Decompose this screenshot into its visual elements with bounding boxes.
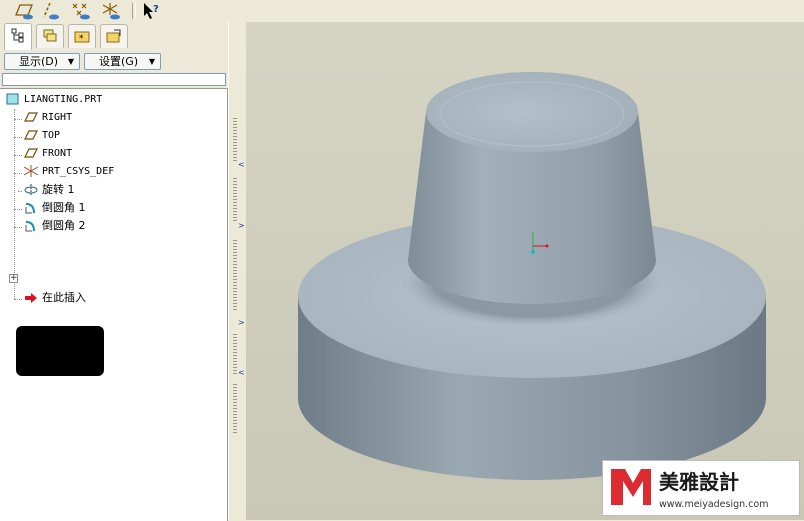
- tree-connector: [14, 209, 22, 210]
- revolve-icon: [24, 184, 38, 196]
- datum-axis-display-icon[interactable]: [40, 1, 62, 21]
- tree-item-top[interactable]: TOP: [24, 128, 60, 144]
- tree-item-front[interactable]: FRONT: [24, 146, 72, 162]
- navigator-tabs: *: [0, 22, 232, 50]
- splitter-grip: [233, 384, 237, 434]
- tree-connector: [18, 191, 22, 192]
- context-help-icon[interactable]: ?: [140, 1, 162, 21]
- layers-tab[interactable]: [36, 24, 64, 48]
- model-tree: LIANGTING.PRT RIGHT TOP FRONT PRT_CSYS_D…: [0, 88, 228, 521]
- tree-item-right[interactable]: RIGHT: [24, 110, 72, 126]
- tree-connector: [14, 227, 22, 228]
- tree-item-label: RIGHT: [42, 112, 73, 123]
- datum-plane-icon: [24, 129, 38, 141]
- model-tree-tab[interactable]: [4, 23, 32, 50]
- expand-right-arrow-icon[interactable]: >: [238, 221, 246, 231]
- splitter-grip: [233, 334, 237, 374]
- coordinate-system-icon: [24, 165, 38, 177]
- tree-root-part[interactable]: LIANGTING.PRT: [6, 92, 102, 108]
- collapse-left-arrow-icon[interactable]: <: [238, 160, 246, 170]
- tree-root-label: LIANGTING.PRT: [24, 94, 103, 105]
- watermark-url: www.meiyadesign.com: [659, 499, 768, 510]
- chevron-down-icon: ▼: [148, 57, 155, 66]
- svg-text:?: ?: [153, 4, 159, 15]
- watermark-logo: 美雅設計 www.meiyadesign.com: [602, 460, 800, 516]
- tree-item-csys[interactable]: PRT_CSYS_DEF: [24, 164, 114, 180]
- tree-item-label: TOP: [42, 130, 61, 141]
- redacted-region: [16, 326, 104, 376]
- datum-plane-display-icon[interactable]: [14, 1, 36, 21]
- tree-item-label: PRT_CSYS_DEF: [42, 166, 115, 177]
- tree-item-round-2[interactable]: 倒圆角 2: [24, 218, 86, 234]
- round-icon: [24, 202, 38, 214]
- tree-item-label: 倒圆角 2: [42, 219, 86, 232]
- top-toolbar: ?: [0, 0, 804, 23]
- part-icon: [6, 93, 20, 105]
- settings-menu[interactable]: 设置(G) ▼: [84, 53, 161, 70]
- favorites-tab[interactable]: [100, 24, 128, 48]
- tree-item-label: 旋转 1: [42, 183, 75, 196]
- csys-display-icon[interactable]: [100, 1, 122, 21]
- splitter-grip: [233, 178, 237, 222]
- tree-connector: [14, 137, 22, 138]
- show-menu[interactable]: 显示(D) ▼: [4, 53, 80, 70]
- part-model-render: [298, 72, 766, 480]
- tree-item-revolve[interactable]: 旋转 1: [24, 182, 75, 198]
- collapse-left-arrow-icon[interactable]: <: [238, 368, 246, 378]
- splitter-grip: [233, 240, 237, 312]
- chevron-down-icon: ▼: [67, 57, 74, 66]
- tree-item-round-1[interactable]: 倒圆角 1: [24, 200, 86, 216]
- tree-connector: [14, 119, 22, 120]
- tree-connector: [14, 155, 22, 156]
- show-menu-label: 显示(D): [19, 55, 59, 68]
- datum-plane-icon: [24, 111, 38, 123]
- folder-browser-tab[interactable]: *: [68, 24, 96, 48]
- tree-connector: [14, 173, 22, 174]
- expand-right-arrow-icon[interactable]: >: [238, 318, 246, 328]
- graphics-viewport[interactable]: 美雅設計 www.meiyadesign.com: [246, 22, 804, 520]
- tree-item-label: 倒圆角 1: [42, 201, 86, 214]
- tree-filter-input[interactable]: [2, 73, 226, 86]
- tree-connector: [14, 299, 22, 300]
- splitter-grip: [233, 118, 237, 162]
- tree-item-label: FRONT: [42, 148, 73, 159]
- tree-item-label: 在此插入: [42, 291, 86, 304]
- datum-point-display-icon[interactable]: [70, 1, 92, 21]
- watermark-brand: 美雅設計: [659, 470, 739, 494]
- datum-plane-icon: [24, 147, 38, 159]
- svg-text:*: *: [79, 34, 84, 44]
- toolbar-separator: [132, 3, 136, 19]
- navigator-menu-bar: 显示(D) ▼ 设置(G) ▼: [0, 50, 228, 72]
- settings-menu-label: 设置(G): [99, 55, 139, 68]
- tree-item-insert-here[interactable]: 在此插入: [24, 290, 86, 306]
- round-icon: [24, 220, 38, 232]
- insert-here-arrow-icon: [24, 292, 38, 304]
- expand-icon[interactable]: +: [9, 274, 18, 283]
- panel-splitter[interactable]: < > > <: [228, 22, 247, 520]
